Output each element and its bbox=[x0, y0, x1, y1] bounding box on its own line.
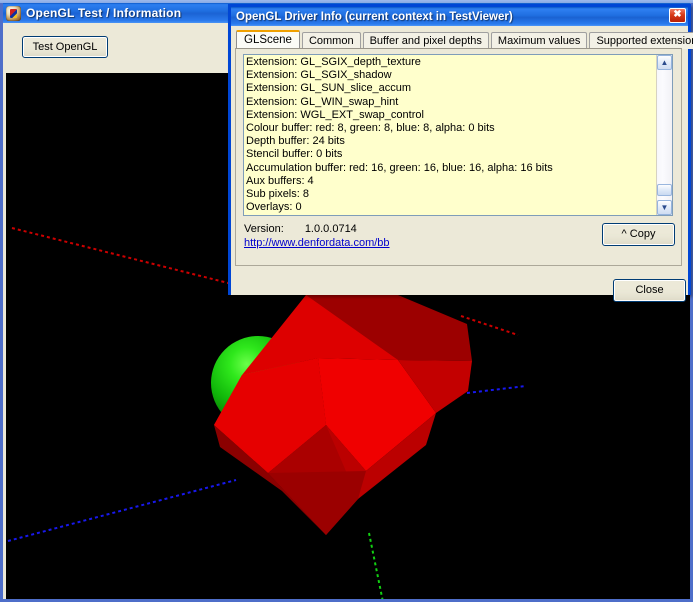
dialog-titlebar: OpenGL Driver Info (current context in T… bbox=[231, 7, 688, 26]
driver-info-listbox[interactable]: Extension: GL_SGIX_depth_texture Extensi… bbox=[243, 54, 673, 216]
main-window-title: OpenGL Test / Information bbox=[26, 6, 182, 20]
list-item[interactable]: Colour buffer: red: 8, green: 8, blue: 8… bbox=[246, 122, 655, 135]
list-item[interactable]: Extension: GL_SGIX_depth_texture bbox=[246, 56, 655, 69]
dialog-body: GLScene Common Buffer and pixel depths M… bbox=[231, 26, 693, 302]
list-item[interactable]: Extension: WGL_EXT_swap_control bbox=[246, 109, 655, 122]
list-item[interactable]: Sub pixels: 8 bbox=[246, 188, 655, 201]
list-item[interactable]: Aux buffers: 4 bbox=[246, 175, 655, 188]
list-item[interactable]: Extension: GL_WIN_swap_hint bbox=[246, 96, 655, 109]
test-opengl-button[interactable]: Test OpenGL bbox=[22, 36, 108, 58]
list-item[interactable]: Overlays: 0 bbox=[246, 201, 655, 214]
close-glyph: ✖ bbox=[673, 9, 682, 20]
scrollbar-thumb[interactable] bbox=[657, 184, 672, 196]
opengl-app-icon bbox=[6, 5, 21, 21]
close-button[interactable]: Close bbox=[613, 279, 686, 302]
homepage-link[interactable]: http://www.denfordata.com/bb bbox=[244, 237, 390, 250]
close-icon[interactable]: ✖ bbox=[669, 8, 686, 23]
tab-common[interactable]: Common bbox=[301, 32, 361, 49]
scrollbar-track[interactable] bbox=[657, 70, 672, 200]
tab-buffer-and-pixel-depths[interactable]: Buffer and pixel depths bbox=[362, 32, 489, 49]
tab-maximum-values[interactable]: Maximum values bbox=[490, 32, 588, 49]
list-item[interactable]: Extension: GL_SGIX_shadow bbox=[246, 69, 655, 82]
copy-button[interactable]: ^ Copy bbox=[602, 223, 675, 246]
list-item[interactable]: Depth buffer: 24 bits bbox=[246, 135, 655, 148]
list-item[interactable]: Accumulation buffer: red: 16, green: 16,… bbox=[246, 162, 655, 175]
version-value: 1.0.0.0714 bbox=[304, 223, 357, 235]
listbox-scrollbar[interactable]: ▲ ▼ bbox=[656, 55, 672, 215]
opengl-driver-info-dialog: OpenGL Driver Info (current context in T… bbox=[228, 4, 693, 302]
dialog-title: OpenGL Driver Info (current context in T… bbox=[236, 10, 513, 23]
list-item[interactable]: Stencil buffer: 0 bits bbox=[246, 148, 655, 161]
version-label: Version: bbox=[244, 223, 284, 235]
tab-glscene[interactable]: GLScene bbox=[236, 30, 300, 49]
list-item[interactable]: Extension: GL_SUN_slice_accum bbox=[246, 82, 655, 95]
scroll-up-arrow-icon[interactable]: ▲ bbox=[657, 55, 672, 70]
version-row: Version: 1.0.0.0714 http://www.denfordat… bbox=[244, 223, 390, 250]
driver-info-list: Extension: GL_SGIX_depth_texture Extensi… bbox=[246, 56, 655, 214]
tab-supported-extensions[interactable]: Supported extensions bbox=[589, 32, 693, 49]
tab-page-glscene: Extension: GL_SGIX_depth_texture Extensi… bbox=[235, 48, 682, 266]
tab-strip: GLScene Common Buffer and pixel depths M… bbox=[236, 30, 693, 49]
scroll-down-arrow-icon[interactable]: ▼ bbox=[657, 200, 672, 215]
